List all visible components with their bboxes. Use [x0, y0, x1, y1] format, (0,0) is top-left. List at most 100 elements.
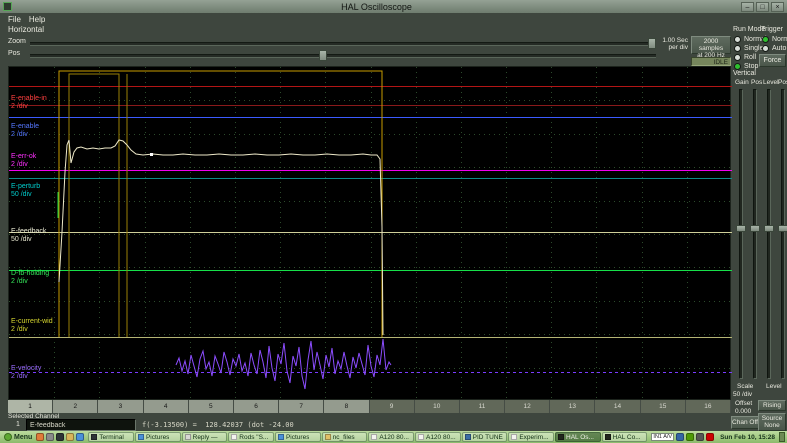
taskbar-window-button[interactable]: HAL Os... — [555, 432, 601, 442]
trigger-options: Normal Auto — [762, 35, 787, 53]
files-icon[interactable] — [66, 433, 75, 441]
channel-tab-2[interactable]: 2 — [53, 400, 99, 413]
status-idle-bar: IDLE — [691, 57, 731, 66]
channel-label: 50 /div — [11, 191, 32, 198]
trigger-pos-slider-handle[interactable] — [778, 225, 787, 232]
channel-tab-12[interactable]: 12 — [505, 400, 551, 413]
taskbar-window-button[interactable]: Terminal — [88, 432, 134, 442]
tray-indicator[interactable]: IN1 A/V — [651, 433, 675, 441]
radio-icon[interactable] — [734, 45, 741, 52]
updates-icon[interactable] — [686, 433, 695, 441]
gain-slider[interactable] — [739, 89, 743, 379]
close-button[interactable]: × — [771, 1, 784, 12]
samples-button[interactable]: 2000 samples at 200 Hz — [691, 36, 731, 59]
notification-icon[interactable] — [706, 433, 715, 441]
scope-display[interactable]: E-enable-in 2 /div E-enable 2 /div E-err-ok 2… — [8, 66, 732, 401]
radio-icon[interactable] — [762, 36, 769, 43]
channel-label: 2 /div — [11, 326, 28, 333]
channel-tab-14[interactable]: 14 — [595, 400, 641, 413]
source-value: None — [764, 422, 780, 429]
trigger-option-auto[interactable]: Auto — [762, 44, 787, 53]
gain-slider-handle[interactable] — [736, 225, 746, 232]
cursor-dot-marker — [150, 153, 153, 156]
window-app-icon — [137, 434, 144, 440]
source-label: Source — [761, 415, 783, 422]
volume-icon[interactable] — [696, 433, 705, 441]
show-desktop-button[interactable] — [779, 432, 785, 442]
taskbar-window-button[interactable]: Rods "S... — [228, 432, 274, 442]
channel-tab-15[interactable]: 15 — [640, 400, 686, 413]
channel-label: E-velocity — [11, 365, 42, 372]
channel-tab-1[interactable]: 1 — [8, 400, 54, 413]
offset-value[interactable]: 0.000 — [735, 408, 751, 415]
vertical-pos-slider[interactable] — [753, 89, 757, 379]
force-button[interactable]: Force — [759, 54, 786, 67]
radio-icon[interactable] — [734, 63, 741, 70]
scale-label: Scale — [737, 383, 754, 390]
terminal-icon[interactable] — [56, 433, 65, 441]
taskbar-window-button[interactable]: Pictures — [274, 432, 321, 442]
channel-label: 2 /div — [11, 373, 28, 380]
menu-help[interactable]: Help — [29, 15, 45, 24]
taskbar-window-button[interactable]: HAL Co... — [601, 432, 648, 442]
taskbar-window-button[interactable]: Experim... — [508, 432, 554, 442]
zoom-slider[interactable] — [30, 42, 656, 46]
level-slider[interactable] — [767, 89, 771, 379]
channel-tab-16[interactable]: 16 — [685, 400, 731, 413]
trigger-option-normal[interactable]: Normal — [762, 35, 787, 44]
trigger-pos-slider[interactable] — [781, 89, 785, 379]
channel-tab-11[interactable]: 11 — [459, 400, 506, 413]
window-buttons: – □ × — [741, 1, 784, 12]
taskbar-window-button[interactable]: A120 80... — [414, 432, 461, 442]
vertical-pos-slider-handle[interactable] — [750, 225, 760, 232]
radio-icon[interactable] — [734, 54, 741, 61]
scale-value: 50 /div — [733, 391, 753, 398]
chan-off-button[interactable]: Chan Off — [731, 416, 759, 429]
radio-icon[interactable] — [734, 36, 741, 43]
taskbar-window-button[interactable]: PID TUNE — [461, 432, 508, 442]
taskbar: Menu Terminal Pictures Reply — Rods "S... Pi… — [0, 431, 787, 443]
taskbar-window-button[interactable]: A120 80... — [368, 432, 414, 442]
trace-current-wide-pulse — [58, 70, 383, 337]
channel-tab-10[interactable]: 10 — [414, 400, 460, 413]
maximize-button[interactable]: □ — [756, 1, 769, 12]
channel-tab-3[interactable]: 3 — [98, 400, 144, 413]
taskbar-menu-button[interactable]: Menu — [0, 431, 36, 443]
channel-tab-7[interactable]: 7 — [279, 400, 325, 413]
level-label: Level — [763, 79, 779, 86]
channel-label: 2 /div — [11, 161, 28, 168]
menu-file[interactable]: File — [8, 15, 21, 24]
radio-icon[interactable] — [762, 45, 769, 52]
channel-label: 2 /div — [11, 103, 28, 110]
pos-label: Pos — [8, 50, 21, 57]
vertical-title: Vertical — [733, 70, 756, 77]
source-button[interactable]: Source None — [758, 413, 786, 431]
network-icon[interactable] — [676, 433, 685, 441]
taskbar-window-button[interactable]: Pictures — [134, 432, 181, 442]
taskbar-window-button[interactable]: Reply — — [181, 432, 228, 442]
channel-tab-4[interactable]: 4 — [143, 400, 189, 413]
channel-name-input[interactable] — [26, 419, 136, 431]
channel-tab-13[interactable]: 13 — [550, 400, 596, 413]
settings-icon[interactable] — [46, 433, 55, 441]
channel-tabs: 1 2 3 4 5 6 7 8 9 10 11 12 13 14 15 16 — [8, 400, 731, 413]
channel-tab-6[interactable]: 6 — [233, 400, 280, 413]
rising-button[interactable]: Rising — [758, 400, 786, 411]
level-slider-handle[interactable] — [764, 225, 774, 232]
monitor-icon[interactable] — [76, 433, 85, 441]
channel-tab-5[interactable]: 5 — [188, 400, 234, 413]
browser-icon[interactable] — [36, 433, 45, 441]
minimize-button[interactable]: – — [741, 1, 754, 12]
taskbar-window-button[interactable]: nc_files — [321, 432, 368, 442]
channel-label: E-enable-in — [11, 95, 47, 102]
window-app-icon — [231, 434, 238, 440]
channel-tab-9[interactable]: 9 — [369, 400, 415, 413]
titlebar[interactable]: HAL Oscilloscope – □ × — [0, 0, 787, 13]
pos-slider[interactable] — [30, 54, 656, 58]
trace-velocity-noise — [175, 338, 392, 390]
pos-slider-handle[interactable] — [319, 50, 327, 61]
channel-tab-8[interactable]: 8 — [324, 400, 370, 413]
window-app-icon — [91, 434, 98, 440]
zoom-label: Zoom — [8, 38, 26, 45]
taskbar-clock[interactable]: Sun Feb 10, 15:28 — [720, 434, 775, 441]
